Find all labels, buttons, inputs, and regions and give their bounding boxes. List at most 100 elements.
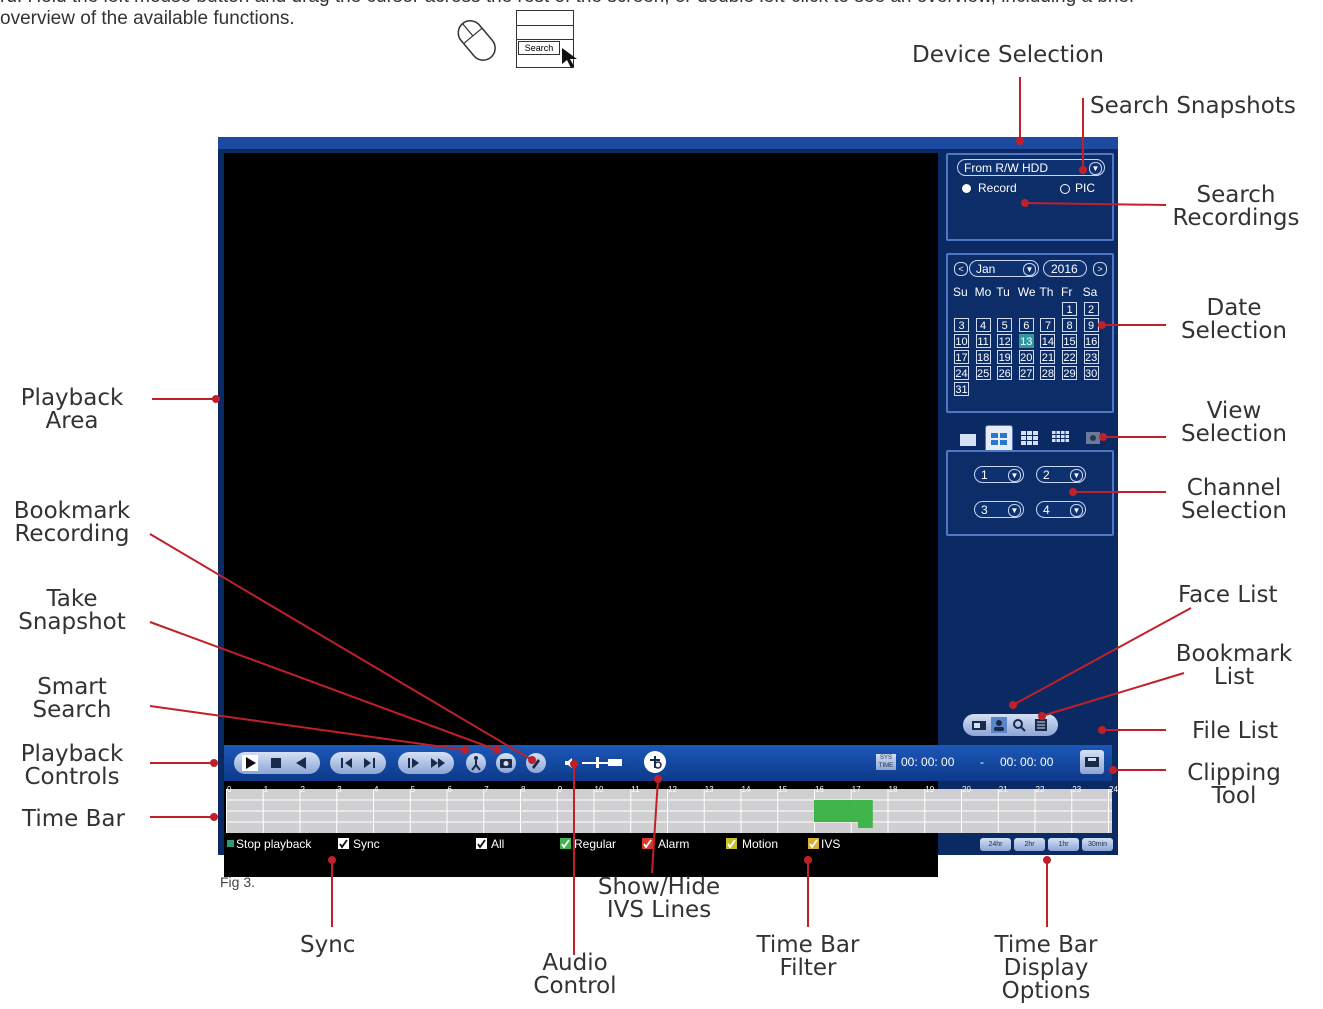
calendar-day[interactable]: 30	[1083, 366, 1099, 380]
record-radio[interactable]	[962, 184, 971, 193]
slow-play-icon[interactable]	[406, 755, 422, 771]
time-bar[interactable]: 0 1 2 3 4 5 6 7 8 9 10 11 12 13 14 15 16 17 18 19 20 21 22 23 24	[226, 785, 1118, 833]
calendar-day[interactable]: 22	[1062, 350, 1077, 364]
calendar-day[interactable]: 20	[1018, 350, 1034, 364]
callout-show-hide-ivs-line1: Show/Hide	[597, 874, 721, 900]
calendar-day[interactable]: 25	[975, 366, 991, 380]
channel-select-1[interactable]: 1 ▼	[974, 466, 1024, 483]
sync-checkbox[interactable]	[338, 838, 349, 849]
clip-button[interactable]	[1080, 750, 1104, 774]
zoom-option-button[interactable]: 2hr	[1014, 838, 1045, 851]
speaker-icon[interactable]	[564, 756, 578, 770]
stop-icon[interactable]	[268, 755, 284, 771]
calendar-day[interactable]: 6	[1018, 318, 1034, 332]
calendar-day[interactable]: 14	[1040, 334, 1056, 348]
recording-segment[interactable]	[858, 822, 873, 828]
channel-select-4[interactable]: 4 ▼	[1036, 501, 1086, 518]
callout-view-selection-line1: View	[1206, 398, 1262, 424]
callout-smart-search-line2: Search	[32, 697, 112, 723]
calendar-day[interactable]: 23	[1083, 350, 1099, 364]
recording-segment[interactable]	[814, 800, 855, 811]
callout-show-hide-ivs: Show/Hide IVS Lines	[584, 876, 734, 922]
calendar-day[interactable]: 4	[975, 318, 991, 332]
month-select[interactable]: Jan ▼	[969, 260, 1039, 277]
callout-take-snapshot-line1: Take	[46, 586, 98, 612]
pic-radio[interactable]	[1060, 184, 1070, 194]
calendar-day[interactable]: 27	[1018, 366, 1034, 380]
fisheye-view-icon[interactable]	[1086, 431, 1102, 445]
callout-search-recordings-line1: Search	[1196, 182, 1276, 208]
smart-search-button[interactable]	[466, 753, 486, 773]
calendar-day[interactable]: 16	[1083, 334, 1099, 348]
alarm-checkbox[interactable]	[642, 838, 653, 849]
pic-radio-label: PIC	[1075, 181, 1096, 195]
speed-buttons	[398, 752, 454, 774]
play-icon[interactable]	[242, 755, 258, 771]
calendar-day[interactable]: 15	[1062, 334, 1077, 348]
start-time[interactable]: 00: 00: 00	[901, 755, 954, 769]
next-frame-icon[interactable]	[362, 755, 378, 771]
volume-slider-handle[interactable]	[596, 757, 599, 768]
weekday-label: Sa	[1082, 285, 1098, 299]
calendar-day[interactable]: 29	[1062, 366, 1077, 380]
face-list-icon[interactable]	[991, 717, 1007, 733]
normal-list-icon[interactable]	[971, 717, 987, 733]
reverse-play-icon[interactable]	[294, 755, 310, 771]
calendar-day[interactable]: 11	[975, 334, 991, 348]
next-month-button[interactable]: >	[1093, 262, 1107, 276]
bookmark-button[interactable]	[526, 753, 546, 773]
previous-frame-icon[interactable]	[338, 755, 354, 771]
regular-label: Regular	[574, 837, 617, 851]
time-bar-hour-label: 13	[704, 785, 714, 794]
fast-forward-icon[interactable]	[430, 755, 446, 771]
channel-select-2[interactable]: 2 ▼	[1036, 466, 1086, 483]
year-select[interactable]: 2016	[1043, 260, 1087, 277]
time-bar-hour-label: 17	[851, 785, 861, 794]
calendar-day[interactable]: 26	[997, 366, 1013, 380]
callout-bookmark-list-line1: Bookmark	[1175, 641, 1293, 667]
calendar-day[interactable]: 19	[997, 350, 1013, 364]
view-16-icon[interactable]	[1052, 431, 1070, 445]
calendar-day[interactable]: 21	[1040, 350, 1056, 364]
callout-show-hide-ivs-line2: IVS Lines	[606, 897, 712, 923]
calendar-day[interactable]: 7	[1040, 318, 1056, 332]
motion-checkbox[interactable]	[726, 838, 737, 849]
calendar-day[interactable]: 18	[975, 350, 991, 364]
regular-checkbox[interactable]	[560, 838, 571, 849]
zoom-option-button[interactable]: 1hr	[1048, 838, 1079, 851]
zoom-option-button[interactable]: 24hr	[980, 838, 1011, 851]
calendar-day[interactable]: 24	[954, 366, 969, 380]
all-checkbox[interactable]	[476, 838, 487, 849]
recording-segment[interactable]	[854, 800, 873, 811]
weekday-label: Su	[953, 285, 968, 299]
file-list-icon[interactable]	[1033, 717, 1049, 733]
bookmark-list-icon[interactable]	[1011, 717, 1027, 733]
calendar-day[interactable]: 12	[997, 334, 1013, 348]
calendar-day[interactable]: 28	[1040, 366, 1056, 380]
calendar-day[interactable]: 2	[1083, 302, 1099, 316]
calendar-day[interactable]: 17	[954, 350, 969, 364]
calendar-day[interactable]: 10	[954, 334, 969, 348]
recording-segment[interactable]	[814, 811, 873, 822]
ivs-checkbox[interactable]	[808, 838, 819, 849]
end-time[interactable]: 00: 00: 00	[1000, 755, 1053, 769]
snapshot-button[interactable]	[496, 753, 516, 773]
calendar-day[interactable]: 8	[1062, 318, 1077, 332]
prev-month-button[interactable]: <	[954, 262, 968, 276]
ivs-lines-button[interactable]	[644, 751, 666, 773]
calendar-day[interactable]: 13	[1018, 334, 1034, 348]
calendar-day[interactable]: 9	[1083, 318, 1099, 332]
list-buttons	[963, 714, 1058, 736]
calendar-day[interactable]: 31	[954, 382, 969, 396]
callout-audio-control-line1: Audio	[542, 950, 608, 976]
view-9-icon[interactable]	[1021, 431, 1039, 445]
channel-select-3[interactable]: 3 ▼	[974, 501, 1024, 518]
zoom-option-button[interactable]: 30min	[1082, 838, 1113, 851]
calendar-day[interactable]: 1	[1062, 302, 1077, 316]
view-4-tab[interactable]	[985, 425, 1013, 453]
view-1-icon[interactable]	[960, 434, 976, 446]
calendar-day[interactable]: 5	[997, 318, 1013, 332]
device-select[interactable]: From R/W HDD ▼	[957, 159, 1105, 176]
calendar-day[interactable]: 3	[954, 318, 969, 332]
time-bar-hour-label: 12	[668, 785, 677, 794]
